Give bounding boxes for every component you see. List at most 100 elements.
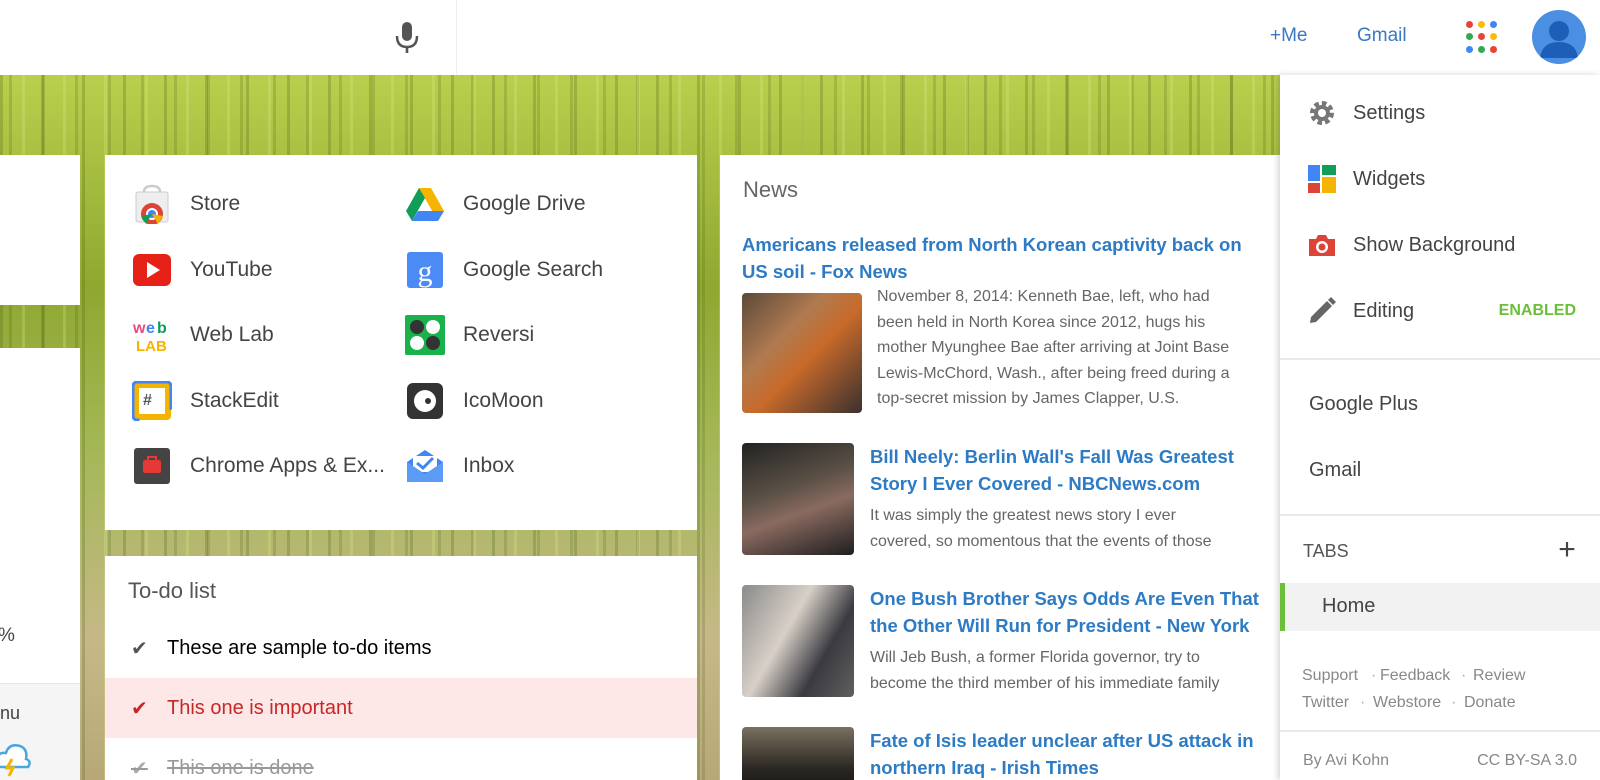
app-chrome-apps[interactable]: Chrome Apps & Ex...: [132, 441, 400, 491]
footer-link-donate[interactable]: Donate: [1464, 694, 1516, 712]
news-thumbnail[interactable]: [742, 585, 854, 697]
top-bar: +Me Gmail: [0, 0, 1600, 75]
author-credit: By Avi Kohn: [1303, 752, 1389, 769]
icomoon-icon: [405, 381, 445, 421]
news-thumbnail[interactable]: [742, 293, 862, 413]
chrome-apps-icon: [132, 446, 172, 486]
menu-footer: By Avi Kohn CC BY-SA 3.0: [1280, 730, 1600, 780]
google-drive-icon: [405, 184, 445, 224]
menu-item-editing[interactable]: Editing ENABLED: [1280, 278, 1600, 344]
app-label: Inbox: [463, 454, 515, 477]
widgets-icon: [1307, 164, 1337, 194]
svg-text:g: g: [418, 255, 433, 288]
menu-link-google-plus[interactable]: Google Plus: [1309, 393, 1418, 416]
footer-separator: ·: [1451, 694, 1457, 711]
tabs-section-label: TABS: [1303, 541, 1349, 561]
news-summary: It was simply the greatest news story I …: [870, 507, 1212, 550]
news-headline[interactable]: the Other Will Run for President - New Y…: [870, 612, 1280, 639]
app-inbox[interactable]: Inbox: [405, 441, 673, 491]
checkmark-icon[interactable]: ✔: [131, 636, 153, 661]
menu-label: Show Background: [1353, 233, 1516, 256]
editing-status-badge[interactable]: ENABLED: [1499, 302, 1576, 320]
news-headline[interactable]: Story I Ever Covered - NBCNews.com: [870, 470, 1280, 497]
news-headline[interactable]: US soil - Fox News: [742, 258, 1280, 285]
app-label: Reversi: [463, 323, 535, 346]
svg-text:w: w: [132, 320, 146, 337]
camera-icon: [1307, 230, 1337, 260]
tab-label: Home: [1322, 595, 1376, 617]
app-web-lab[interactable]: w e b LAB Web Lab: [132, 310, 400, 360]
news-headline[interactable]: One Bush Brother Says Odds Are Even That: [870, 585, 1280, 612]
search-box[interactable]: [0, 0, 457, 75]
svg-text:b: b: [157, 320, 167, 337]
todo-item-important[interactable]: ✔ This one is important: [105, 678, 697, 738]
news-summary: Will Jeb Bush, a former Florida governor…: [870, 649, 1220, 692]
menu-item-show-background[interactable]: Show Background: [1280, 212, 1600, 278]
todo-item[interactable]: ✔ These are sample to-do items: [105, 618, 697, 678]
news-thumbnail[interactable]: [742, 443, 854, 555]
todo-widget: To-do list ✔ These are sample to-do item…: [105, 556, 697, 780]
footer-separator: ·: [1360, 694, 1366, 711]
app-google-drive[interactable]: Google Drive: [405, 179, 673, 229]
app-google-search[interactable]: g Google Search: [405, 245, 673, 295]
menu-item-settings[interactable]: Settings: [1280, 80, 1600, 146]
add-tab-button[interactable]: +: [1552, 533, 1582, 567]
todo-item-done[interactable]: ✔ This one is done: [105, 738, 697, 780]
todo-text: This one is done: [167, 756, 314, 779]
stackedit-icon: #: [132, 381, 172, 421]
footer-link-review[interactable]: Review: [1473, 667, 1525, 685]
app-store[interactable]: Store: [132, 179, 400, 229]
footer-link-twitter[interactable]: Twitter: [1302, 694, 1349, 712]
checkmark-icon[interactable]: ✔: [131, 696, 153, 721]
menu-label: Settings: [1353, 101, 1426, 124]
license-text: CC BY-SA 3.0: [1477, 752, 1577, 769]
settings-menu: Settings Widgets Show Background Editing…: [1280, 75, 1600, 780]
app-icomoon[interactable]: IcoMoon: [405, 376, 673, 426]
menu-divider: [1280, 514, 1600, 516]
todo-text: This one is important: [167, 696, 353, 719]
checkmark-icon[interactable]: ✔: [131, 756, 153, 780]
partial-text: nu: [0, 703, 21, 723]
svg-text:e: e: [146, 320, 155, 337]
news-headline[interactable]: Americans released from North Korean cap…: [742, 231, 1280, 258]
inbox-icon: [405, 446, 445, 486]
svg-text:LAB: LAB: [136, 338, 167, 355]
app-youtube[interactable]: YouTube: [132, 245, 400, 295]
menu-label: Widgets: [1353, 167, 1426, 190]
news-widget: News Americans released from North Korea…: [720, 155, 1280, 780]
app-label: IcoMoon: [463, 389, 544, 412]
menu-divider: [1280, 358, 1600, 360]
footer-link-webstore[interactable]: Webstore: [1373, 694, 1441, 712]
footer-link-support[interactable]: Support: [1302, 667, 1358, 685]
apps-widget: Store Google Drive YouTube g Google Sear…: [105, 155, 697, 530]
avatar[interactable]: [1532, 10, 1586, 64]
plus-me-link[interactable]: +Me: [1270, 25, 1308, 47]
app-label: Web Lab: [190, 323, 274, 346]
news-thumbnail[interactable]: [742, 727, 854, 780]
app-label: Store: [190, 192, 241, 215]
gmail-link[interactable]: Gmail: [1357, 25, 1407, 47]
gear-icon: [1307, 98, 1337, 128]
news-summary: November 8, 2014: Kenneth Bae, left, who…: [877, 288, 1230, 407]
app-label: StackEdit: [190, 389, 279, 412]
microphone-icon[interactable]: [394, 21, 420, 55]
news-headline[interactable]: Fate of Isis leader unclear after US att…: [870, 727, 1280, 754]
news-headline[interactable]: Bill Neely: Berlin Wall's Fall Was Great…: [870, 443, 1280, 470]
app-label: YouTube: [190, 258, 273, 281]
app-label: Chrome Apps & Ex...: [190, 454, 385, 477]
footer-separator: ·: [1371, 667, 1377, 684]
app-reversi[interactable]: Reversi: [405, 310, 673, 360]
menu-item-widgets[interactable]: Widgets: [1280, 146, 1600, 212]
news-headline[interactable]: northern Iraq - Irish Times: [870, 754, 1280, 780]
footer-separator: ·: [1461, 667, 1467, 684]
youtube-icon: [132, 250, 172, 290]
menu-link-gmail[interactable]: Gmail: [1309, 459, 1361, 482]
pencil-icon: [1307, 296, 1337, 326]
storm-cloud-icon: [0, 744, 31, 777]
google-search-icon: g: [405, 250, 445, 290]
footer-link-feedback[interactable]: Feedback: [1380, 667, 1450, 685]
apps-grid-icon[interactable]: [1466, 21, 1498, 53]
tab-home[interactable]: Home: [1280, 583, 1600, 631]
app-stackedit[interactable]: # StackEdit: [132, 376, 400, 426]
todo-text: These are sample to-do items: [167, 636, 432, 659]
